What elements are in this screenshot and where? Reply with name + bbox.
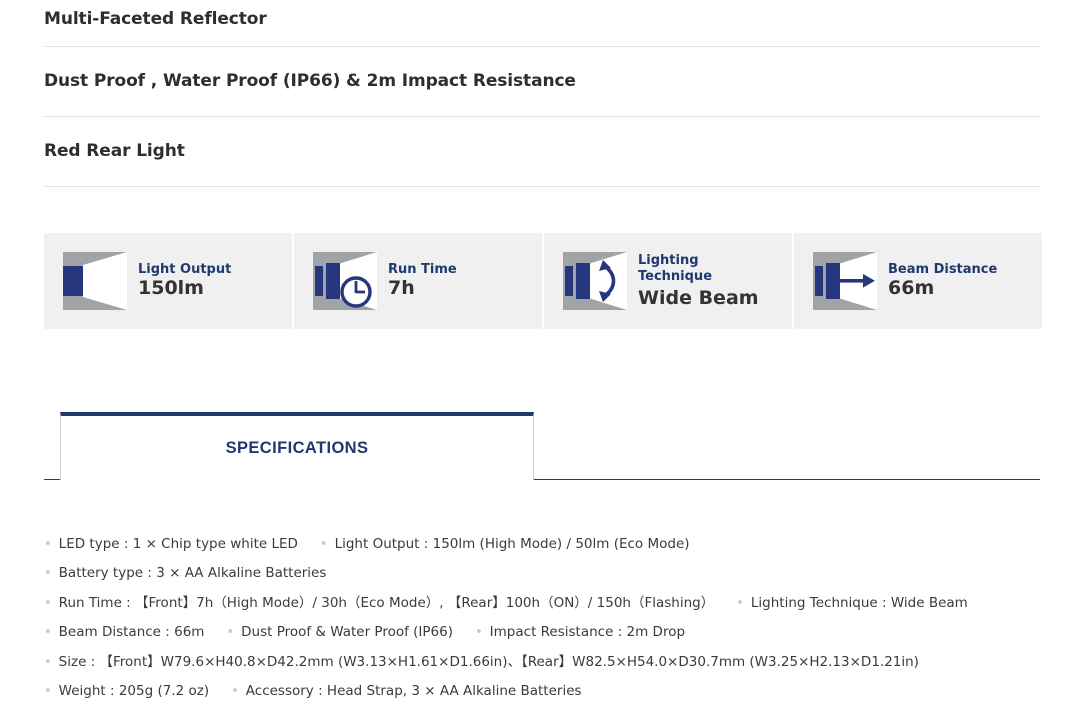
feature-headline-text: Dust Proof , Water Proof (IP66) & 2m Imp…	[44, 71, 576, 91]
bullet-icon: •	[736, 595, 744, 611]
spec-item-text: Impact Resistance : 2m Drop	[489, 624, 686, 641]
spec-card-lighting-technique: Lighting Technique Wide Beam	[544, 233, 792, 329]
bullet-icon: •	[44, 684, 52, 700]
spec-card-run-time: Run Time 7h	[294, 233, 542, 329]
spec-item: • Impact Resistance : 2m Drop	[475, 624, 685, 640]
spec-item-text: Battery type : 3 × AA Alkaline Batteries	[58, 565, 327, 582]
feature-headline-list: Multi-Faceted Reflector Dust Proof , Wat…	[44, 0, 1040, 187]
spec-item-text: Accessory : Head Strap, 3 × AA Alkaline …	[245, 683, 582, 700]
spec-card-value: 150lm	[138, 277, 204, 300]
spec-line: • LED type : 1 × Chip type white LED • L…	[44, 529, 1054, 559]
spec-line: • Weight : 205g (7.2 oz) • Accessory : H…	[44, 677, 1054, 707]
spec-card-text: Lighting Technique Wide Beam	[638, 253, 759, 309]
tab-strip: SPECIFICATIONS	[44, 412, 1040, 480]
spec-line: • Size : 【Front】W79.6×H40.8×D42.2mm (W3.…	[44, 647, 1054, 677]
spec-line: • Beam Distance : 66m • Dust Proof & Wat…	[44, 618, 1054, 648]
bullet-icon: •	[44, 595, 52, 611]
spec-item-text: Beam Distance : 66m	[58, 624, 205, 641]
spec-item: • Accessory : Head Strap, 3 × AA Alkalin…	[231, 683, 581, 699]
spec-item: • Dust Proof & Water Proof (IP66)	[226, 624, 453, 640]
spec-item-text: Run Time : 【Front】7h（High Mode）/ 30h（Eco…	[58, 594, 715, 611]
beam-run-time-clock-icon	[313, 252, 377, 310]
spec-item: • Weight : 205g (7.2 oz)	[44, 683, 209, 699]
bullet-icon: •	[44, 566, 52, 582]
spec-card-label: Lighting Technique	[638, 253, 713, 285]
spec-line: • Run Time : 【Front】7h（High Mode）/ 30h（E…	[44, 588, 1054, 618]
bullet-icon: •	[475, 625, 483, 641]
spec-line: • Battery type : 3 × AA Alkaline Batteri…	[44, 559, 1054, 589]
spec-card-label: Run Time	[388, 261, 457, 277]
specifications-list: • LED type : 1 × Chip type white LED • L…	[44, 529, 1054, 706]
spec-card-light-output: Light Output 150lm	[44, 233, 292, 329]
spec-item: • Light Output : 150lm (High Mode) / 50l…	[320, 536, 690, 552]
tab-specifications[interactable]: SPECIFICATIONS	[60, 412, 534, 480]
spec-card-text: Beam Distance 66m	[888, 261, 998, 300]
spec-item: • Size : 【Front】W79.6×H40.8×D42.2mm (W3.…	[44, 654, 919, 670]
spec-highlight-cards: Light Output 150lm Run Time 7h Lighting …	[44, 233, 1042, 329]
bullet-icon: •	[319, 536, 328, 552]
spec-card-label: Beam Distance	[888, 261, 998, 277]
bullet-icon: •	[44, 536, 52, 552]
bullet-icon: •	[226, 625, 235, 641]
spec-item-text: Dust Proof & Water Proof (IP66)	[241, 624, 453, 641]
beam-light-output-icon	[63, 252, 127, 310]
bullet-icon: •	[231, 684, 239, 700]
spec-item-text: LED type : 1 × Chip type white LED	[58, 535, 298, 552]
spec-card-text: Run Time 7h	[388, 261, 457, 300]
spec-item-text: Lighting Technique : Wide Beam	[750, 594, 968, 611]
spec-card-value: Wide Beam	[638, 286, 759, 309]
bullet-icon: •	[44, 654, 52, 670]
spec-item-text: Size : 【Front】W79.6×H40.8×D42.2mm (W3.13…	[58, 653, 919, 670]
beam-lighting-technique-icon	[563, 252, 627, 310]
spec-item-text: Light Output : 150lm (High Mode) / 50lm …	[334, 535, 690, 552]
tab-specifications-label: SPECIFICATIONS	[225, 438, 369, 457]
spec-item: • LED type : 1 × Chip type white LED	[44, 536, 298, 552]
spec-item: • Battery type : 3 × AA Alkaline Batteri…	[44, 565, 326, 581]
feature-headline-row: Multi-Faceted Reflector	[44, 0, 1040, 47]
spec-card-label: Light Output	[138, 261, 232, 277]
feature-headline-row: Dust Proof , Water Proof (IP66) & 2m Imp…	[44, 47, 1040, 117]
feature-headline-text: Multi-Faceted Reflector	[44, 9, 267, 29]
beam-distance-arrow-icon	[813, 252, 877, 310]
spec-card-beam-distance: Beam Distance 66m	[794, 233, 1042, 329]
spec-item-text: Weight : 205g (7.2 oz)	[58, 683, 210, 700]
spec-item: • Run Time : 【Front】7h（High Mode）/ 30h（E…	[44, 595, 714, 611]
feature-headline-row: Red Rear Light	[44, 117, 1040, 187]
feature-headline-text: Red Rear Light	[44, 141, 185, 161]
spec-card-value: 66m	[888, 277, 935, 300]
spec-card-value: 7h	[388, 277, 415, 300]
spec-item: • Beam Distance : 66m	[44, 624, 204, 640]
bullet-icon: •	[44, 625, 52, 641]
spec-item: • Lighting Technique : Wide Beam	[736, 595, 968, 611]
spec-card-text: Light Output 150lm	[138, 261, 232, 300]
